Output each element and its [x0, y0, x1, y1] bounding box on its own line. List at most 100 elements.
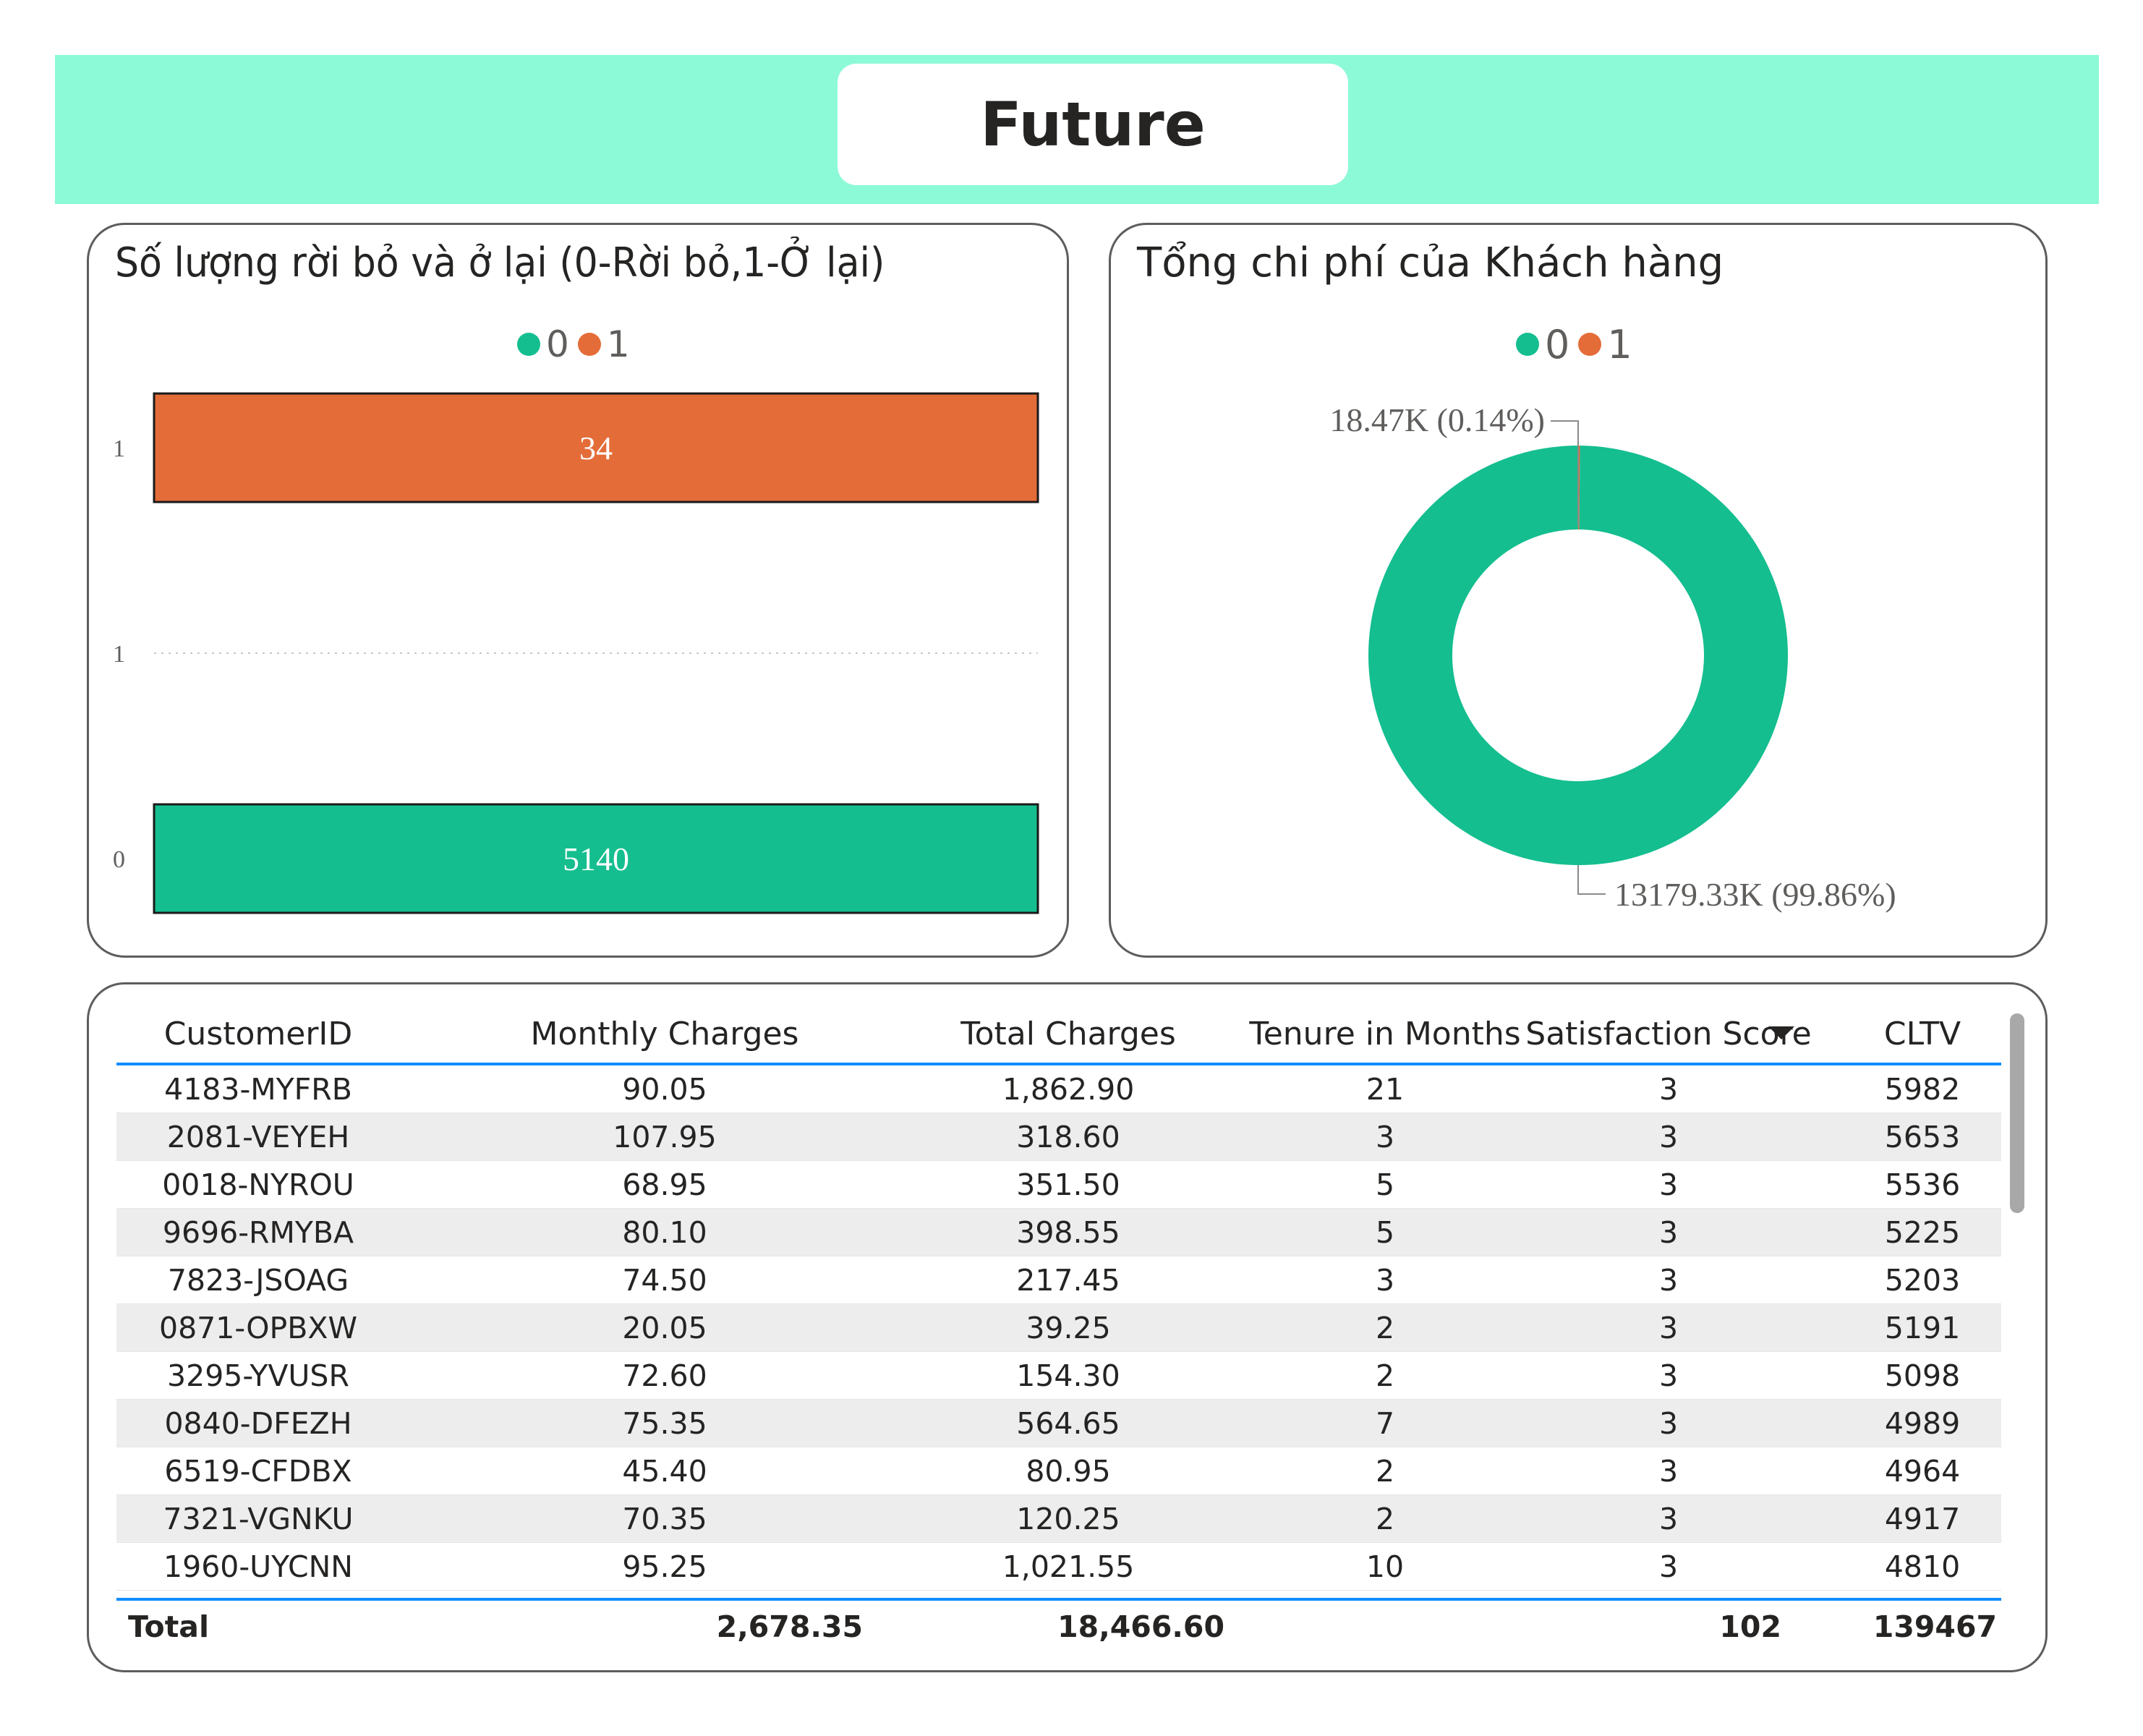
cell-satisfaction-score: 3 [1658, 1215, 1679, 1250]
cell-total-charges: 80.95 [1026, 1454, 1111, 1489]
cell-total-charges: 1,862.90 [1002, 1072, 1135, 1107]
table-row[interactable]: 4183-MYFRB 90.05 1,862.90 21 3 5982 [116, 1065, 2001, 1113]
cell-monthly-charges: 20.05 [622, 1311, 707, 1345]
cell-monthly-charges: 75.35 [622, 1406, 707, 1441]
bar-chart: 1 1 0 34 5140 [113, 392, 1039, 914]
table-row[interactable]: 7321-VGNKU 70.35 120.25 2 3 4917 [116, 1495, 2001, 1543]
cell-cltv: 5203 [1884, 1263, 1961, 1298]
cell-satisfaction-score: 3 [1658, 1120, 1679, 1154]
cell-total-charges: 318.60 [1016, 1120, 1120, 1154]
cell-customer-id: 7321-VGNKU [163, 1502, 354, 1536]
donut-label-0: 13179.33K (99.86%) [1614, 876, 1896, 913]
cell-total-charges: 351.50 [1016, 1167, 1120, 1202]
cell-satisfaction-score: 3 [1658, 1549, 1679, 1584]
cell-monthly-charges: 80.10 [622, 1215, 707, 1250]
table-row[interactable]: 0840-DFEZH 75.35 564.65 7 3 4989 [116, 1400, 2001, 1447]
leader-line-0 [1577, 865, 1606, 895]
table-row[interactable]: 7823-JSOAG 74.50 217.45 3 3 5203 [116, 1256, 2001, 1304]
cell-cltv: 4810 [1884, 1549, 1961, 1584]
cell-satisfaction-score: 3 [1658, 1263, 1679, 1298]
cell-cltv: 5098 [1884, 1358, 1961, 1393]
cell-tenure-in-months: 2 [1375, 1311, 1395, 1345]
cell-satisfaction-score: 3 [1658, 1406, 1679, 1441]
table-header: CustomerID Monthly Charges Total Charges Te… [116, 1006, 2001, 1065]
cell-monthly-charges: 70.35 [622, 1502, 707, 1536]
cell-monthly-charges: 68.95 [622, 1167, 707, 1202]
cell-total-charges: 154.30 [1016, 1358, 1120, 1393]
y-tick-mid: 1 [113, 641, 125, 668]
cell-total-charges: 564.65 [1016, 1406, 1120, 1441]
column-header-tenure-in-months[interactable]: Tenure in Months [1249, 1006, 1520, 1063]
total-total-charges: 18,466.60 [1057, 1609, 1224, 1644]
cell-cltv: 4964 [1884, 1454, 1961, 1489]
total-monthly-charges: 2,678.35 [716, 1609, 863, 1644]
donut-chart: 18.47K (0.14%) 13179.33K (99.86%) [1329, 401, 1896, 913]
cell-satisfaction-score: 3 [1658, 1454, 1679, 1489]
cell-satisfaction-score: 3 [1658, 1167, 1679, 1202]
cell-satisfaction-score: 3 [1658, 1311, 1679, 1345]
cell-tenure-in-months: 5 [1375, 1167, 1395, 1202]
bar-label-1: 34 [579, 430, 613, 467]
cell-tenure-in-months: 2 [1375, 1358, 1395, 1393]
total-satisfaction-score: 102 [1719, 1609, 1781, 1644]
column-header-cltv[interactable]: CLTV [1884, 1006, 1961, 1063]
cell-customer-id: 0871-OPBXW [158, 1311, 358, 1345]
cell-monthly-charges: 72.60 [622, 1358, 707, 1393]
cell-total-charges: 217.45 [1016, 1263, 1120, 1298]
table-row[interactable]: 0871-OPBXW 20.05 39.25 2 3 5191 [116, 1304, 2001, 1352]
cell-satisfaction-score: 3 [1658, 1072, 1679, 1107]
cell-customer-id: 0840-DFEZH [164, 1406, 352, 1441]
table-total-row: Total 2,678.35 18,466.60 102 139467 [116, 1598, 2001, 1653]
cell-total-charges: 398.55 [1016, 1215, 1120, 1250]
cell-cltv: 5225 [1884, 1215, 1961, 1250]
table-row[interactable]: 2081-VEYEH 107.95 318.60 3 3 5653 [116, 1113, 2001, 1161]
cell-tenure-in-months: 3 [1375, 1263, 1395, 1298]
table-row[interactable]: 9696-RMYBA 80.10 398.55 5 3 5225 [116, 1209, 2001, 1256]
cell-customer-id: 9696-RMYBA [162, 1215, 354, 1250]
table-row[interactable]: 1960-UYCNN 95.25 1,021.55 10 3 4810 [116, 1543, 2001, 1591]
table-row[interactable]: 0018-NYROU 68.95 351.50 5 3 5536 [116, 1161, 2001, 1209]
column-header-customer-id[interactable]: CustomerID [164, 1006, 353, 1063]
cell-monthly-charges: 107.95 [613, 1120, 717, 1154]
table-body: 4183-MYFRB 90.05 1,862.90 21 3 5982 2081-VEYEH… [116, 1065, 2001, 1591]
total-label: Total [128, 1609, 210, 1644]
cell-total-charges: 39.25 [1026, 1311, 1111, 1345]
table-scrollbar[interactable] [2010, 1013, 2024, 1213]
cell-cltv: 4917 [1884, 1502, 1961, 1536]
y-tick-top: 1 [113, 435, 125, 462]
cell-monthly-charges: 74.50 [622, 1263, 707, 1298]
cell-satisfaction-score: 3 [1658, 1502, 1679, 1536]
cell-tenure-in-months: 10 [1366, 1549, 1405, 1584]
sort-descending-icon[interactable] [1768, 1026, 1794, 1039]
cell-cltv: 5982 [1884, 1072, 1961, 1107]
table-row[interactable]: 6519-CFDBX 45.40 80.95 2 3 4964 [116, 1447, 2001, 1495]
cell-cltv: 5653 [1884, 1120, 1961, 1154]
total-cltv: 139467 [1873, 1609, 1997, 1644]
column-header-total-charges[interactable]: Total Charges [960, 1006, 1176, 1063]
cell-monthly-charges: 45.40 [622, 1454, 707, 1489]
table-row[interactable]: 3295-YVUSR 72.60 154.30 2 3 5098 [116, 1352, 2001, 1400]
cell-customer-id: 0018-NYROU [162, 1167, 354, 1202]
donut-label-1: 18.47K (0.14%) [1329, 401, 1545, 438]
cell-tenure-in-months: 5 [1375, 1215, 1395, 1250]
cell-monthly-charges: 90.05 [622, 1072, 707, 1107]
cell-tenure-in-months: 21 [1366, 1072, 1405, 1107]
cell-customer-id: 3295-YVUSR [167, 1358, 349, 1393]
cell-cltv: 4989 [1884, 1406, 1961, 1441]
page-title: Future [980, 89, 1206, 160]
cell-satisfaction-score: 3 [1658, 1358, 1679, 1393]
column-header-monthly-charges[interactable]: Monthly Charges [531, 1006, 799, 1063]
cell-customer-id: 6519-CFDBX [164, 1454, 352, 1489]
total-charges-card: Tổng chi phí của Khách hàng 01 18.47K (0… [1109, 223, 2048, 958]
cell-customer-id: 4183-MYFRB [164, 1072, 352, 1107]
cell-customer-id: 1960-UYCNN [163, 1549, 353, 1584]
bar-label-0: 5140 [563, 841, 629, 877]
title-box: Future [838, 64, 1348, 185]
cell-customer-id: 7823-JSOAG [167, 1263, 349, 1298]
y-tick-bottom: 0 [113, 846, 125, 873]
cell-tenure-in-months: 7 [1375, 1406, 1395, 1441]
cell-customer-id: 2081-VEYEH [166, 1120, 350, 1154]
cell-tenure-in-months: 2 [1375, 1502, 1395, 1536]
churn-count-card: Số lượng rời bỏ và ở lại (0-Rời bỏ,1-Ở l… [87, 223, 1069, 958]
cell-total-charges: 120.25 [1016, 1502, 1120, 1536]
